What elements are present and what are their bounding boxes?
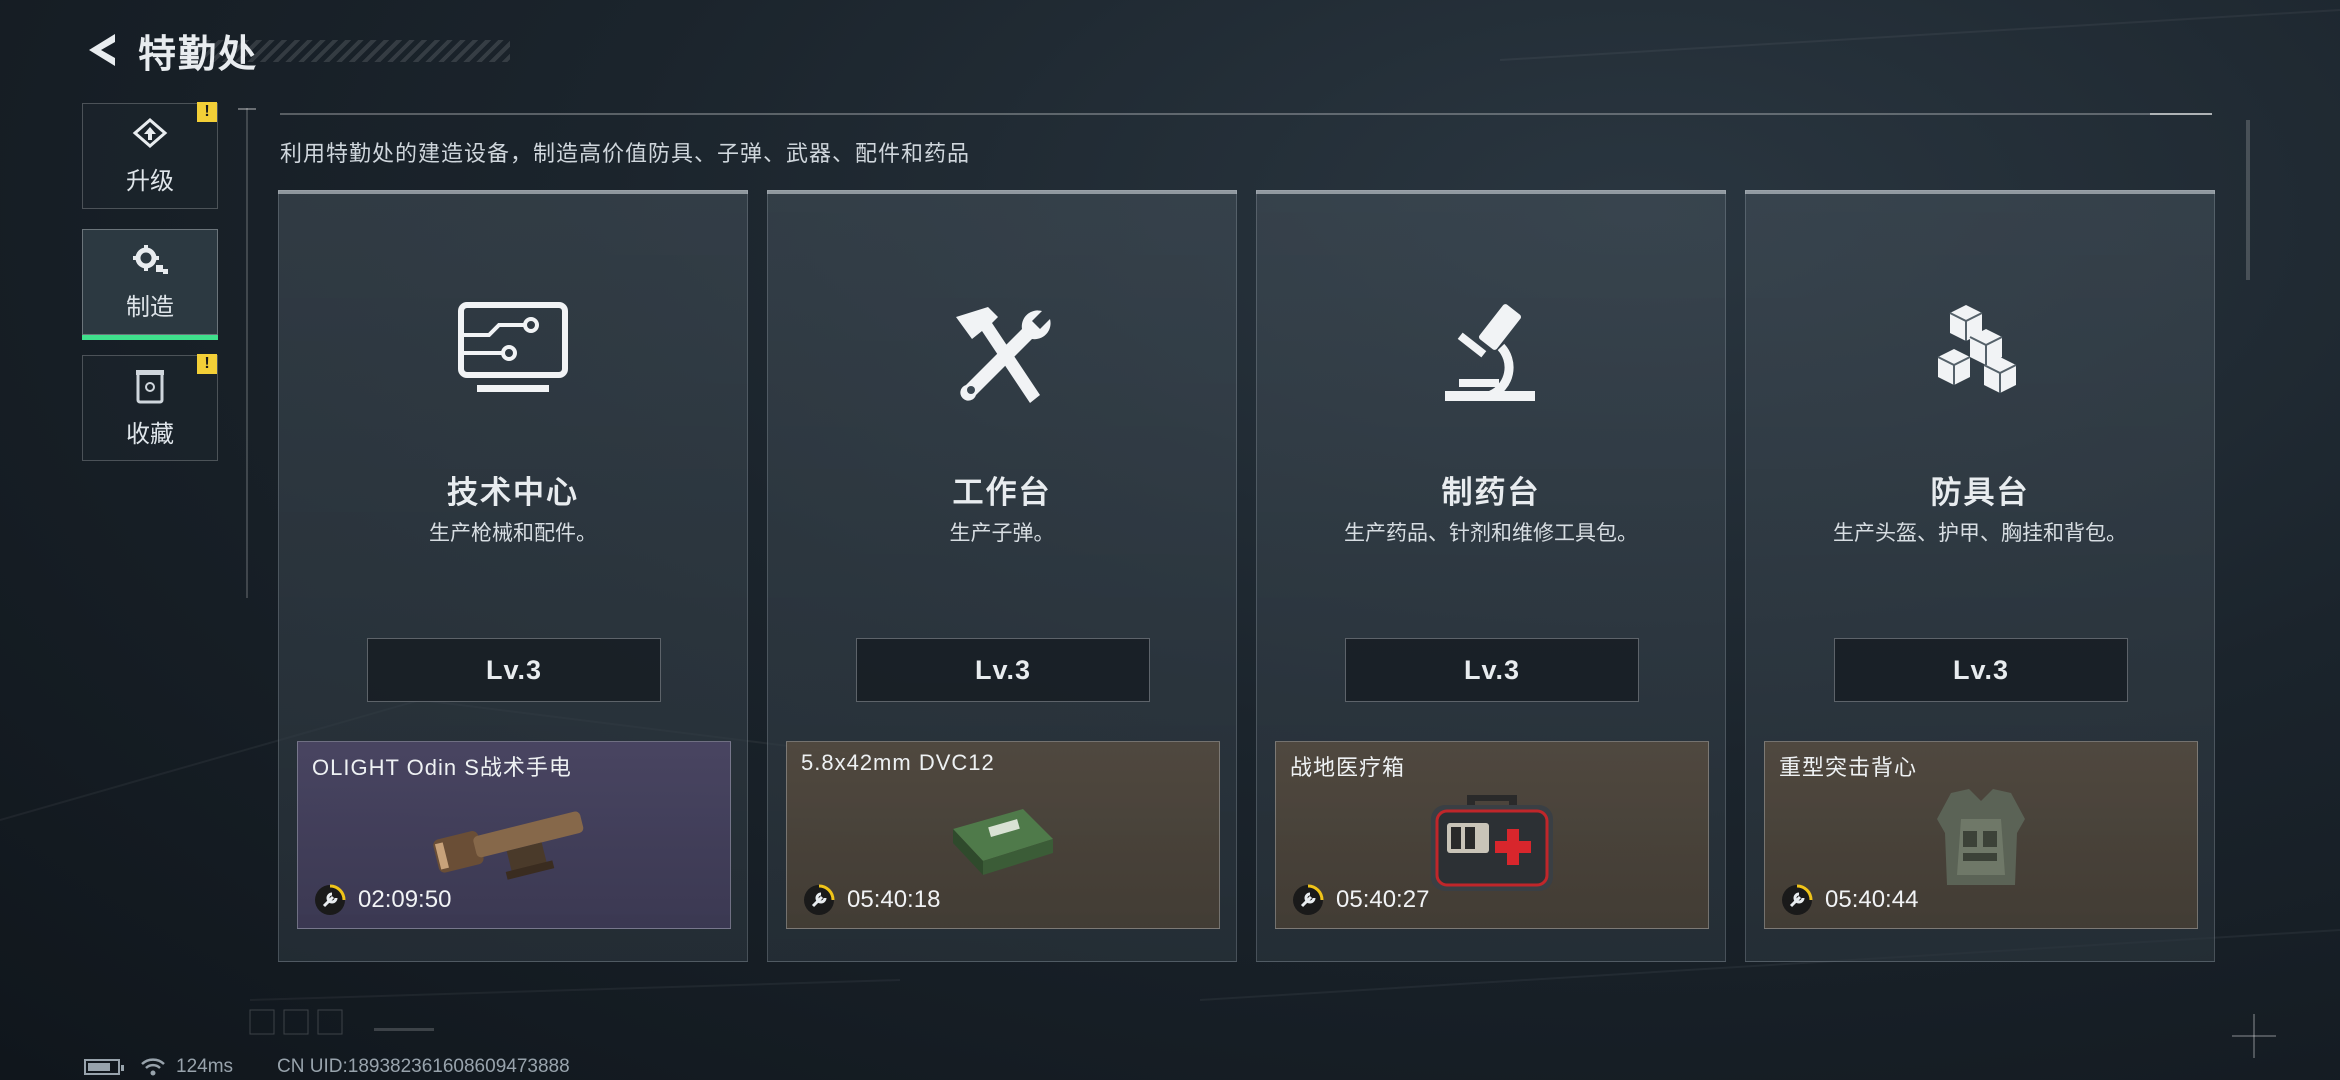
status-bar: 124ms CN UID:1893823616086​09473888 (84, 1056, 570, 1078)
sidebar-item-upgrade[interactable]: ! 升级 (82, 102, 218, 209)
product-name: 战地医疗箱 (1290, 755, 1406, 780)
facility-card-pharmacy[interactable]: 制药台 生产药品、针剂和维修工具包。 Lv.3 战地医疗箱 05:40:27 (1256, 190, 1726, 962)
warning-badge: ! (197, 102, 217, 122)
flashlight-image (433, 811, 584, 880)
cubes-icon (1937, 305, 2017, 393)
facility-name: 技术中心 (447, 475, 579, 510)
product-name: 5.8x42mm DVC12 (801, 750, 995, 775)
facility-name: 制药台 (1441, 475, 1541, 510)
facility-description: 生产子弹。 (949, 522, 1055, 545)
facility-card-tech-center[interactable]: 技术中心 生产枪械和配件。 Lv.3 OLIGHT Odin S战术手电 02:… (278, 190, 748, 962)
sidebar-item-collection[interactable]: ! 收藏 (82, 354, 218, 461)
production-timer: 05:40:27 (1336, 886, 1430, 913)
ammo-box-image (953, 809, 1053, 875)
back-button[interactable] (80, 28, 124, 72)
product-name: OLIGHT Odin S战术手电 (312, 755, 572, 780)
warning-badge: ! (197, 354, 217, 374)
production-timer: 02:09:50 (358, 886, 452, 913)
level-badge: Lv.3 (367, 638, 661, 702)
level-badge: Lv.3 (1834, 638, 2128, 702)
product-name: 重型突击背心 (1779, 755, 1918, 780)
production-slot[interactable]: 5.8x42mm DVC12 05:40:18 (786, 741, 1220, 929)
battery-icon (84, 1059, 124, 1075)
ping-value: 124ms (176, 1056, 234, 1077)
wrench-timer-icon (804, 884, 835, 915)
facility-card-workbench[interactable]: 工作台 生产子弹。 Lv.3 5.8x42mm DVC12 05:40:18 (767, 190, 1237, 962)
level-badge: Lv.3 (856, 638, 1150, 702)
page-description: 利用特勤处的建造设备，制造高价值防具、子弹、武器、配件和药品 (280, 141, 971, 166)
facility-cards: 技术中心 生产枪械和配件。 Lv.3 OLIGHT Odin S战术手电 02:… (278, 190, 2215, 965)
sidebar-item-craft[interactable]: 制造 (82, 229, 218, 340)
wrench-timer-icon (1293, 884, 1324, 915)
facility-description: 生产枪械和配件。 (429, 522, 597, 545)
monitor-icon (458, 302, 568, 392)
production-slot[interactable]: 重型突击背心 05:40:44 (1764, 741, 2198, 929)
divider (280, 113, 2212, 115)
back-arrow-icon (89, 34, 115, 66)
sidebar-item-label: 收藏 (126, 420, 174, 448)
production-timer: 05:40:18 (847, 886, 941, 913)
user-uid: CN UID:1893823616086​09473888 (277, 1056, 570, 1077)
facility-name: 工作台 (952, 475, 1052, 510)
title-decoration (180, 40, 510, 62)
facility-name: 防具台 (1930, 475, 2030, 510)
hammer-wrench-icon (956, 307, 1051, 403)
wrench-timer-icon (1782, 884, 1813, 915)
divider-accent (2150, 113, 2212, 115)
production-slot[interactable]: OLIGHT Odin S战术手电 02:09:50 (297, 741, 731, 929)
medical-kit-image (1431, 795, 1553, 891)
wrench-timer-icon (315, 884, 346, 915)
facility-description: 生产药品、针剂和维修工具包。 (1344, 522, 1638, 545)
armor-vest-image (1937, 789, 2025, 885)
sidebar-rail-tick (238, 108, 256, 110)
sidebar-item-label: 制造 (126, 293, 174, 321)
safe-box-icon (136, 369, 164, 403)
production-slot[interactable]: 战地医疗箱 05:40:27 (1275, 741, 1709, 929)
sidebar: ! 升级 制造 ! 收藏 (82, 102, 218, 481)
gear-icon (133, 244, 168, 274)
sidebar-rail (246, 108, 248, 598)
microscope-icon (1445, 304, 1535, 401)
production-timer: 05:40:44 (1825, 886, 1919, 913)
sidebar-item-label: 升级 (126, 167, 174, 195)
wifi-icon (141, 1058, 165, 1076)
upgrade-icon (132, 117, 168, 148)
facility-card-armor-bench[interactable]: 防具台 生产头盔、护甲、胸挂和背包。 Lv.3 重型突击背心 05:40:44 (1745, 190, 2215, 962)
level-badge: Lv.3 (1345, 638, 1639, 702)
facility-description: 生产头盔、护甲、胸挂和背包。 (1833, 522, 2127, 545)
